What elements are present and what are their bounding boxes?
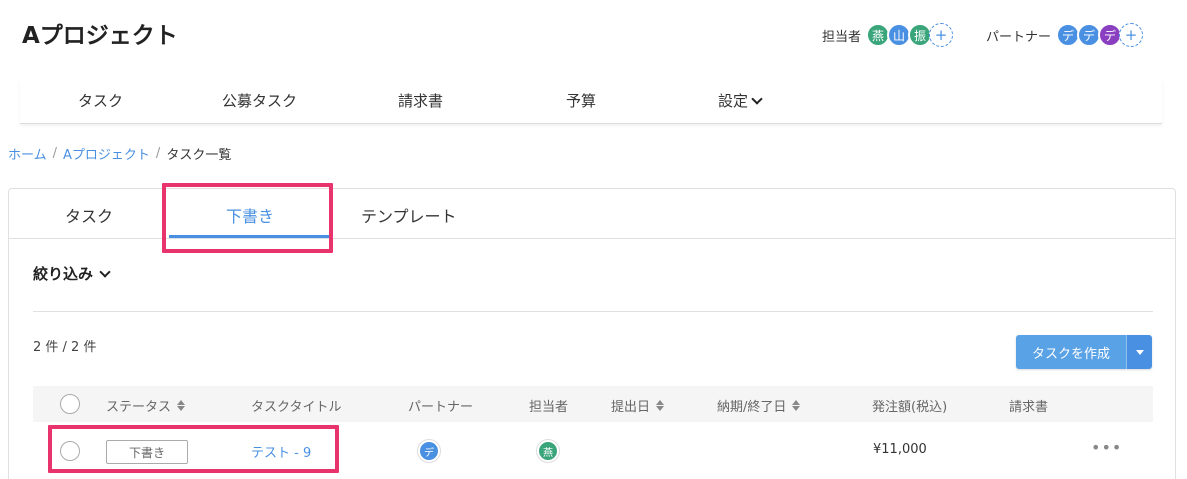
breadcrumb: ホーム / Aプロジェクト / タスク一覧 xyxy=(8,144,231,163)
column-header-partner: パートナー xyxy=(408,400,474,415)
column-header-title: タスクタイトル xyxy=(251,400,342,415)
result-count: 2 件 / 2 件 xyxy=(33,340,97,355)
assignee-avatar: 燕 xyxy=(537,440,559,462)
sort-icon xyxy=(792,400,801,411)
tab-bar: タスク 下書き テンプレート xyxy=(9,189,1175,239)
active-tab-indicator xyxy=(169,235,329,238)
create-task-button[interactable]: タスクを作成 xyxy=(1016,335,1126,369)
breadcrumb-separator: / xyxy=(52,146,58,161)
caret-down-icon xyxy=(1135,349,1144,355)
tab-template[interactable]: テンプレート xyxy=(361,203,457,227)
breadcrumb-current: タスク一覧 xyxy=(166,148,232,163)
create-task-split-button: タスクを作成 xyxy=(1016,335,1152,369)
column-header-amount: 発注額(税込) xyxy=(872,400,948,415)
task-list-card: タスク 下書き テンプレート 絞り込み 2 件 / 2 件 タスクを作成 ステー… xyxy=(8,188,1176,479)
select-all-checkbox[interactable] xyxy=(60,394,80,414)
column-header-invoice: 請求書 xyxy=(1009,400,1049,415)
assignee-label: 担当者 xyxy=(822,29,862,45)
filter-toggle[interactable]: 絞り込み xyxy=(33,263,111,284)
create-task-dropdown-button[interactable] xyxy=(1126,335,1152,369)
sort-icon xyxy=(177,400,186,411)
filter-label: 絞り込み xyxy=(33,265,94,283)
nav-item-public-tasks[interactable]: 公募タスク xyxy=(222,90,297,111)
nav-item-invoices[interactable]: 請求書 xyxy=(398,90,443,111)
table-header: ステータス タスクタイトル パートナー 担当者 提出日 納期/終了日 発注額(税… xyxy=(33,386,1153,422)
row-select-checkbox[interactable] xyxy=(60,441,80,461)
column-header-label: ステータス xyxy=(106,400,172,415)
status-badge: 下書き xyxy=(106,440,188,464)
nav-item-settings[interactable]: 設定 xyxy=(718,90,763,111)
chevron-down-icon xyxy=(751,93,763,105)
partner-label: パートナー xyxy=(986,29,1052,45)
breadcrumb-home[interactable]: ホーム xyxy=(8,144,47,163)
more-actions-icon[interactable]: ••• xyxy=(1091,438,1122,457)
add-assignee-button[interactable]: + xyxy=(929,23,954,47)
column-header-status[interactable]: ステータス xyxy=(106,396,186,415)
nav-item-tasks[interactable]: タスク xyxy=(78,90,123,111)
column-header-submit-date[interactable]: 提出日 xyxy=(611,396,665,415)
divider xyxy=(33,311,1153,312)
nav-item-settings-label: 設定 xyxy=(718,92,749,110)
table-row: 下書き テスト - 9 デ 燕 ¥11,000 ••• xyxy=(33,422,1153,479)
task-title-link[interactable]: テスト - 9 xyxy=(251,442,311,461)
column-header-label: 納期/終了日 xyxy=(717,400,787,415)
assignee-group: 担当者 燕 山 振 + xyxy=(822,21,954,49)
chevron-down-icon xyxy=(99,266,111,278)
top-nav: タスク 公募タスク 請求書 予算 設定 xyxy=(20,80,1162,124)
breadcrumb-separator: / xyxy=(155,146,161,161)
add-partner-button[interactable]: + xyxy=(1119,23,1144,47)
tab-task[interactable]: タスク xyxy=(65,203,113,227)
column-header-due-date[interactable]: 納期/終了日 xyxy=(717,396,801,415)
column-header-assignee: 担当者 xyxy=(529,400,569,415)
tab-draft[interactable]: 下書き xyxy=(226,203,274,227)
partner-group: パートナー デ デ デ + xyxy=(986,21,1144,49)
page-title: Aプロジェクト xyxy=(22,23,178,49)
nav-item-budget[interactable]: 予算 xyxy=(566,90,596,111)
partner-avatar: デ xyxy=(418,440,440,462)
column-header-label: 提出日 xyxy=(611,400,651,415)
sort-icon xyxy=(656,400,665,411)
breadcrumb-project[interactable]: Aプロジェクト xyxy=(63,144,150,163)
amount-value: ¥11,000 xyxy=(873,442,927,457)
